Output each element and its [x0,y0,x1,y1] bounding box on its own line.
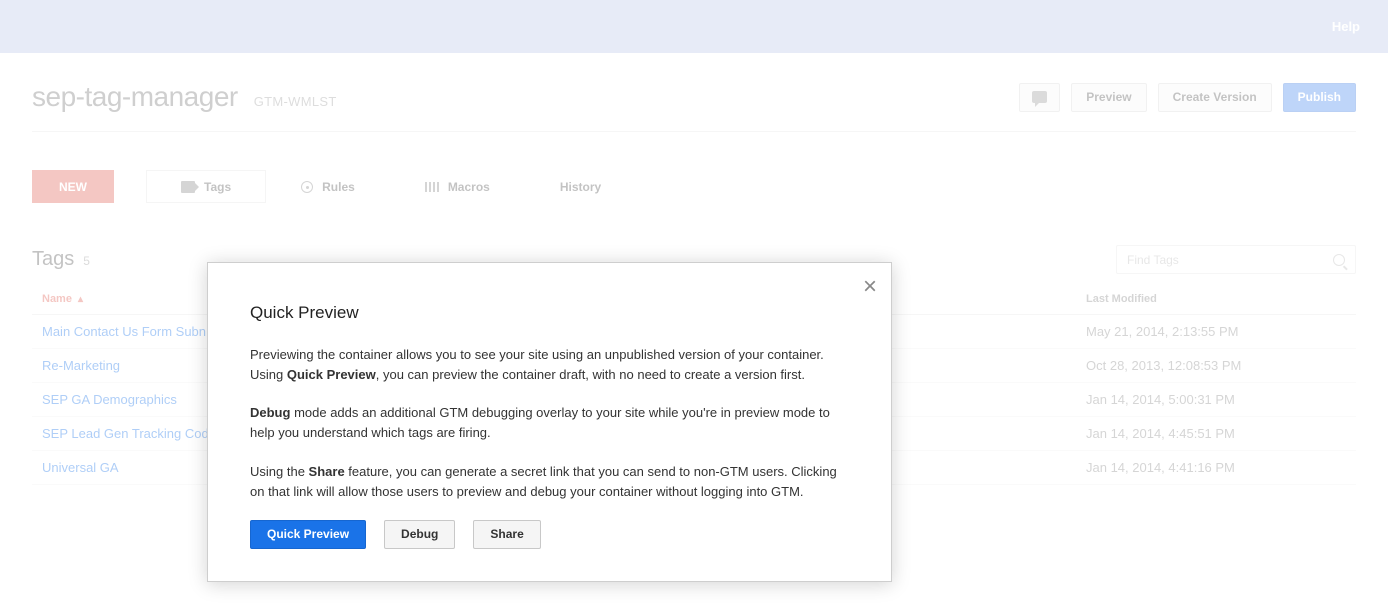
modal-body: Previewing the container allows you to s… [250,345,849,502]
debug-button[interactable]: Debug [384,520,455,549]
tag-modified: Jan 14, 2014, 4:41:16 PM [1086,460,1346,475]
header-actions: Preview Create Version Publish [1019,83,1356,112]
page-title: sep-tag-manager [32,81,238,113]
container-id: GTM-WMLST [254,94,337,109]
share-button[interactable]: Share [473,520,540,549]
tag-modified: Jan 14, 2014, 5:00:31 PM [1086,392,1346,407]
building-icon [425,182,439,192]
tag-modified: Jan 14, 2014, 4:45:51 PM [1086,426,1346,441]
tab-tags-label: Tags [204,180,231,194]
title-group: sep-tag-manager GTM-WMLST [32,81,337,113]
search-icon [1333,254,1345,266]
close-icon[interactable]: × [863,273,877,301]
find-tags-input[interactable]: Find Tags [1116,245,1356,274]
modal-para-1: Previewing the container allows you to s… [250,345,849,385]
comments-button[interactable] [1019,83,1060,112]
quick-preview-button[interactable]: Quick Preview [250,520,366,549]
publish-button[interactable]: Publish [1283,83,1356,112]
create-version-button[interactable]: Create Version [1158,83,1272,112]
tab-tags[interactable]: Tags [146,170,266,203]
quick-preview-modal: × Quick Preview Previewing the container… [207,262,892,582]
speech-icon [1032,91,1047,103]
modal-para-3: Using the Share feature, you can generat… [250,462,849,502]
tab-macros-label: Macros [448,180,490,194]
tab-macros[interactable]: Macros [390,170,525,203]
section-count: 5 [83,254,90,268]
tag-modified: Oct 28, 2013, 12:08:53 PM [1086,358,1346,373]
modal-para-2: Debug mode adds an additional GTM debugg… [250,403,849,443]
tab-rules[interactable]: Rules [266,170,390,203]
new-button[interactable]: NEW [32,170,114,203]
tag-modified: May 21, 2014, 2:13:55 PM [1086,324,1346,339]
chevron-up-icon: ▴ [78,294,83,305]
modal-actions: Quick Preview Debug Share [250,520,849,549]
top-bar: Help [0,0,1388,53]
col-name-label: Name [42,293,72,305]
modal-title: Quick Preview [250,303,849,323]
nav-tabs: NEW Tags Rules Macros History [32,132,1356,203]
tab-history[interactable]: History [525,170,636,203]
find-placeholder: Find Tags [1127,253,1179,267]
tab-history-label: History [560,180,601,194]
header-row: sep-tag-manager GTM-WMLST Preview Create… [32,53,1356,132]
section-title-text: Tags [32,248,74,271]
tag-icon [181,181,195,193]
help-link[interactable]: Help [1332,19,1360,34]
tab-rules-label: Rules [322,180,355,194]
target-icon [301,181,313,193]
preview-button[interactable]: Preview [1071,83,1146,112]
section-title: Tags 5 [32,248,90,271]
col-mod-header[interactable]: Last Modified [1086,293,1346,305]
